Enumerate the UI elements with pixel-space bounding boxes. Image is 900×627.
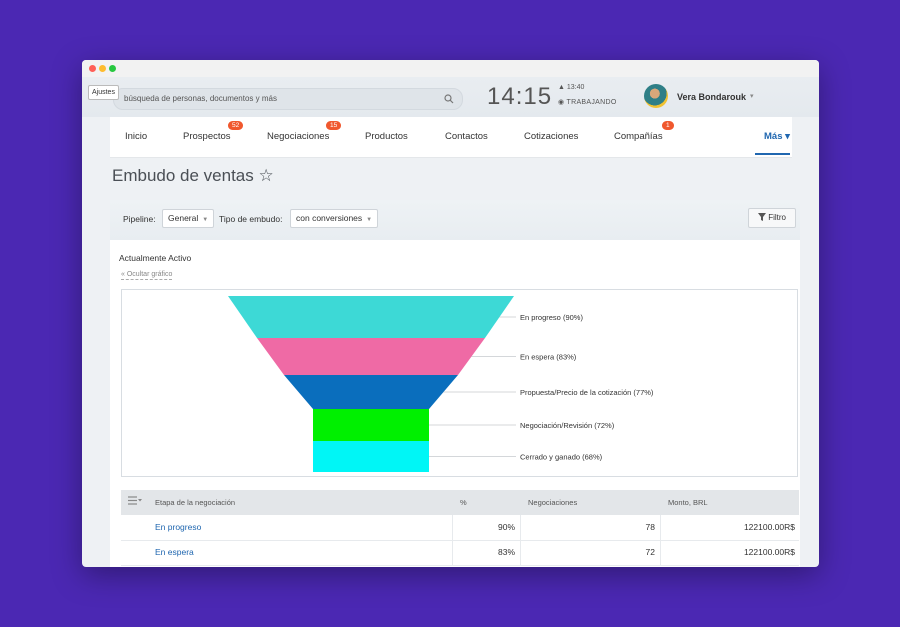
nav-item-companias[interactable]: Compañías (614, 117, 663, 157)
section-title: Actualmente Activo (119, 253, 192, 263)
column-divider (520, 540, 521, 565)
nav-item-productos[interactable]: Productos (365, 117, 408, 157)
hide-chart-link[interactable]: « Ocultar gráfico (121, 270, 173, 280)
funnel-type-label: Tipo de embudo: (219, 214, 283, 224)
table-row: En progreso 90% 78 122100.00R$ (121, 515, 799, 541)
stage-link[interactable]: En espera (155, 540, 194, 565)
pipeline-select[interactable]: General ▼ (162, 209, 215, 228)
nav-active-underline (755, 153, 790, 155)
search-icon[interactable] (444, 94, 454, 104)
funnel-segment[interactable] (313, 441, 429, 472)
deals-cell: 78 (645, 522, 655, 532)
funnel-type-select-value: con conversiones (296, 213, 363, 223)
work-status[interactable]: ◉ TRABAJANDO (558, 98, 617, 106)
main-nav: Inicio Prospectos 52 Negociaciones 15 Pr… (110, 117, 792, 158)
percent-cell: 90% (497, 522, 515, 532)
nav-badge-companias: 1 (662, 121, 674, 130)
nav-badge-prospectos: 52 (228, 121, 244, 130)
column-divider (452, 515, 453, 540)
funnel-type-select[interactable]: con conversiones ▼ (290, 209, 379, 228)
avatar[interactable] (644, 84, 668, 108)
close-window-button[interactable] (89, 65, 96, 72)
settings-button[interactable]: Ajustes (88, 85, 119, 100)
nav-item-cotizaciones[interactable]: Cotizaciones (524, 117, 578, 157)
stage-link[interactable]: En progreso (155, 515, 201, 540)
nav-item-negociaciones[interactable]: Negociaciones (267, 117, 329, 157)
clock: 14:15 (487, 83, 553, 110)
column-header-percent[interactable]: % (460, 490, 467, 515)
funnel-segment[interactable] (228, 296, 514, 338)
funnel-svg: En progreso (90%) En espera (83%) Propuest… (228, 296, 654, 472)
filter-button-label: Filtro (768, 213, 786, 222)
chevron-down-icon: ▼ (366, 217, 373, 223)
funnel-panel: Pipeline: General ▼ Tipo de embudo: con c… (110, 200, 800, 567)
column-divider (660, 540, 661, 565)
chevron-down-icon: ▼ (202, 217, 209, 223)
column-divider (520, 515, 521, 540)
pipeline-label: Pipeline: (123, 214, 156, 224)
funnel-segment[interactable] (313, 409, 429, 441)
filter-toolbar: Pipeline: General ▼ Tipo de embudo: con c… (110, 200, 800, 240)
search-placeholder: búsqueda de personas, documentos y más (124, 94, 277, 103)
nav-item-mas[interactable]: Más ▾ (764, 117, 790, 157)
percent-cell: 83% (497, 547, 515, 557)
funnel-stage-label: Negociación/Revisión (72%) (520, 421, 615, 430)
top-bar: búsqueda de personas, documentos y más 1… (82, 77, 819, 117)
filter-icon (757, 213, 766, 221)
nav-item-inicio[interactable]: Inicio (125, 117, 147, 157)
column-divider (660, 515, 661, 540)
deals-cell: 72 (645, 547, 655, 557)
browser-window: búsqueda de personas, documentos y más 1… (82, 60, 819, 567)
menu-icon[interactable] (128, 496, 142, 506)
work-start-time: ▲ 13:40 (558, 84, 585, 91)
amount-cell: 122100.00R$ (743, 522, 795, 532)
funnel-stage-label: En espera (83%) (520, 353, 577, 362)
column-divider (452, 540, 453, 565)
column-header-stage[interactable]: Etapa de la negociación (155, 490, 235, 515)
funnel-chart: En progreso (90%) En espera (83%) Propuest… (121, 289, 798, 477)
amount-cell: 122100.00R$ (743, 547, 795, 557)
table-row: En espera 83% 72 122100.00R$ (121, 540, 799, 566)
minimize-window-button[interactable] (99, 65, 106, 72)
column-header-amount[interactable]: Monto, BRL (668, 490, 708, 515)
nav-item-prospectos[interactable]: Prospectos (183, 117, 231, 157)
pipeline-select-value: General (168, 213, 199, 223)
funnel-segment[interactable] (284, 375, 458, 409)
funnel-stage-label: En progreso (90%) (520, 313, 583, 322)
nav-item-contactos[interactable]: Contactos (445, 117, 488, 157)
table-header: Etapa de la negociación % Negociaciones … (121, 490, 799, 515)
user-name[interactable]: Vera Bondarouk (677, 92, 746, 102)
window-titlebar (82, 60, 819, 78)
page-title: Embudo de ventas ☆ (112, 166, 274, 185)
nav-badge-negociaciones: 15 (326, 121, 342, 130)
funnel-segment[interactable] (257, 338, 485, 375)
funnel-stage-label: Cerrado y ganado (68%) (520, 453, 603, 462)
filter-button[interactable]: Filtro (748, 208, 796, 228)
chevron-down-icon[interactable]: ▾ (750, 92, 754, 100)
maximize-window-button[interactable] (109, 65, 116, 72)
funnel-stage-label: Propuesta/Precio de la cotización (77%) (520, 388, 654, 397)
column-header-deals[interactable]: Negociaciones (528, 490, 577, 515)
search-input[interactable]: búsqueda de personas, documentos y más (113, 88, 463, 110)
